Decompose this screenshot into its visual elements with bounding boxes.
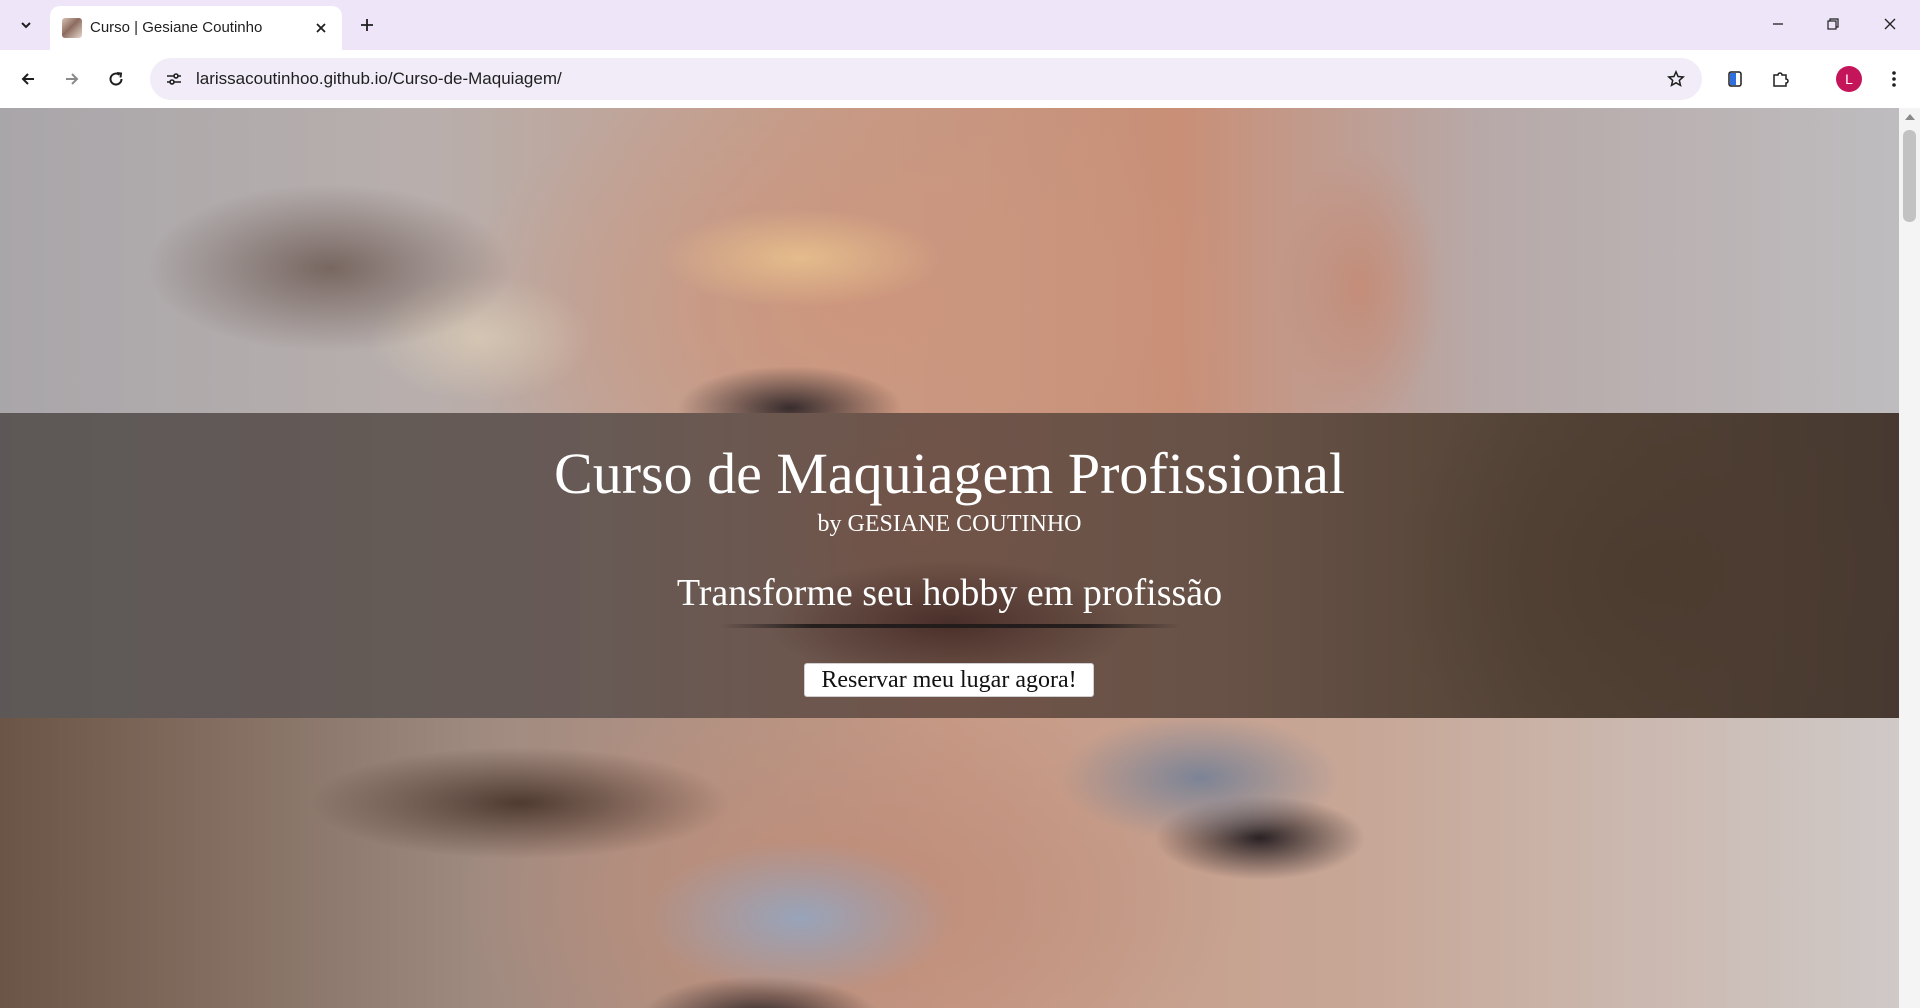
- page-scrollbar[interactable]: [1899, 108, 1920, 1008]
- reserve-spot-button[interactable]: Reservar meu lugar agora!: [804, 663, 1094, 697]
- minimize-icon: [1773, 23, 1783, 25]
- hero-title: Curso de Maquiagem Profissional: [554, 441, 1345, 506]
- close-icon: [316, 23, 326, 33]
- chevron-down-icon: [21, 22, 31, 29]
- browser-tab[interactable]: Curso | Gesiane Coutinho: [50, 6, 342, 50]
- restore-button[interactable]: [1813, 8, 1853, 40]
- star-icon: [1667, 70, 1685, 87]
- close-icon: [1884, 18, 1896, 30]
- close-window-button[interactable]: [1870, 8, 1910, 40]
- side-panel-button[interactable]: [1719, 63, 1751, 95]
- tab-title: Curso | Gesiane Coutinho: [90, 19, 263, 36]
- tab-strip: Curso | Gesiane Coutinho: [0, 0, 1920, 50]
- back-button[interactable]: [12, 63, 44, 95]
- plus-icon: [361, 19, 373, 31]
- kebab-menu-icon: [1892, 71, 1896, 87]
- scrollbar-thumb[interactable]: [1903, 130, 1916, 222]
- page-viewport: Curso de Maquiagem Profissional by GESIA…: [0, 108, 1899, 1008]
- side-panel-icon: [1728, 71, 1742, 87]
- hero-tagline: Transforme seu hobby em profissão: [676, 572, 1223, 614]
- new-tab-button[interactable]: [352, 10, 382, 40]
- hero-photo-bottom: [0, 718, 1899, 1008]
- arrow-right-icon: [66, 73, 79, 85]
- tune-icon: [167, 73, 181, 85]
- bookmark-button[interactable]: [1662, 65, 1690, 93]
- reload-button[interactable]: [100, 63, 132, 95]
- address-bar[interactable]: larissacoutinhoo.github.io/Curso-de-Maqu…: [150, 58, 1702, 100]
- scroll-up-arrow-icon[interactable]: [1905, 114, 1915, 120]
- extensions-button[interactable]: [1765, 63, 1797, 95]
- tab-close-button[interactable]: [310, 17, 332, 39]
- forward-button[interactable]: [56, 63, 88, 95]
- hero-byline: by GESIANE COUTINHO: [817, 511, 1082, 537]
- hero-divider: [720, 624, 1180, 628]
- browser-menu-button[interactable]: [1878, 63, 1910, 95]
- hero-banner: Curso de Maquiagem Profissional by GESIA…: [0, 413, 1899, 718]
- site-info-button[interactable]: [160, 65, 188, 93]
- arrow-left-icon: [21, 73, 34, 85]
- restore-icon: [1827, 18, 1839, 30]
- minimize-button[interactable]: [1758, 8, 1798, 40]
- tab-search-button[interactable]: [12, 11, 40, 39]
- tab-favicon-icon: [62, 18, 82, 38]
- reload-icon: [109, 72, 123, 86]
- url-text[interactable]: larissacoutinhoo.github.io/Curso-de-Maqu…: [196, 69, 562, 89]
- hero-photo-top: [0, 108, 1899, 413]
- profile-avatar[interactable]: L: [1836, 66, 1862, 92]
- puzzle-icon: [1773, 72, 1789, 87]
- browser-toolbar: larissacoutinhoo.github.io/Curso-de-Maqu…: [0, 50, 1920, 108]
